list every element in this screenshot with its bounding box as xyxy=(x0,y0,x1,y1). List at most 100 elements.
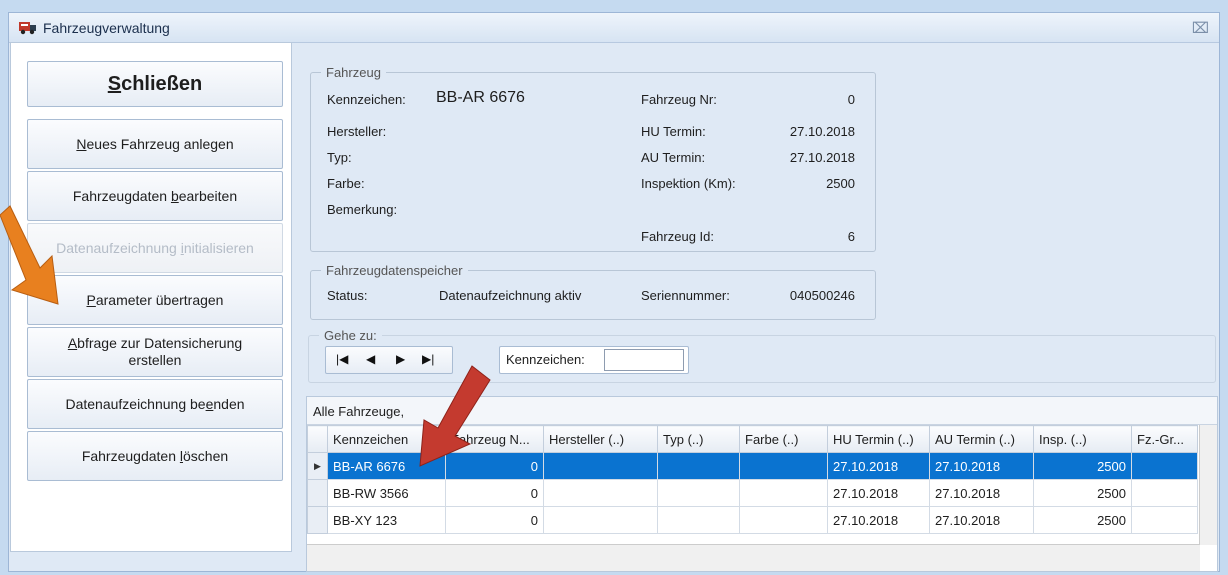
table-cell[interactable]: 27.10.2018 xyxy=(929,506,1034,534)
farbe-label: Farbe: xyxy=(327,176,365,191)
table-cell[interactable]: 2500 xyxy=(1033,479,1132,507)
delete-vehicle-label-pre: Fahrzeugdaten xyxy=(81,448,180,464)
column-header[interactable]: Hersteller (..) xyxy=(543,425,658,453)
table-cell[interactable] xyxy=(543,506,658,534)
edit-vehicle-label-pre: Fahrzeugdaten xyxy=(72,188,171,204)
table-cell[interactable]: 27.10.2018 xyxy=(929,452,1034,480)
storage-group-label: Fahrzeugdatenspeicher xyxy=(321,263,468,278)
table-cell[interactable]: 27.10.2018 xyxy=(827,479,930,507)
table-cell[interactable] xyxy=(739,506,828,534)
storage-group: Fahrzeugdatenspeicher Status: Datenaufze… xyxy=(310,263,876,320)
column-header[interactable]: AU Termin (..) xyxy=(929,425,1034,453)
vehicle-table: Kennzeichen Fahrzeug N... Hersteller (..… xyxy=(307,425,1198,534)
table-cell[interactable]: BB-AR 6676 xyxy=(327,452,446,480)
init-recording-label-post: nitialisieren xyxy=(183,240,254,256)
new-vehicle-accel: N xyxy=(76,136,87,152)
window-title: Fahrzeugverwaltung xyxy=(43,20,170,36)
close-button-accel: S xyxy=(107,73,122,95)
end-recording-button[interactable]: Datenaufzeichnung beenden xyxy=(27,379,283,429)
truck-app-icon xyxy=(19,22,36,35)
table-row[interactable]: BB-RW 3566 0 27.10.2018 27.10.2018 2500 xyxy=(307,479,1198,507)
prev-record-icon[interactable]: ◀ xyxy=(366,352,375,366)
goto-kennzeichen-label: Kennzeichen: xyxy=(506,352,585,367)
backup-query-label-2: erstellen xyxy=(128,352,182,368)
column-header[interactable]: Farbe (..) xyxy=(739,425,828,453)
table-cell[interactable]: 0 xyxy=(445,506,544,534)
row-indicator-icon: ▶ xyxy=(307,452,328,480)
table-header-row: Kennzeichen Fahrzeug N... Hersteller (..… xyxy=(307,425,1198,453)
vehicle-nr-label: Fahrzeug Nr: xyxy=(641,92,717,107)
table-cell[interactable]: 27.10.2018 xyxy=(827,452,930,480)
new-vehicle-button[interactable]: Neues Fahrzeug anlegen xyxy=(27,119,283,169)
goto-kennzeichen-input[interactable] xyxy=(604,349,684,371)
table-cell[interactable] xyxy=(1131,479,1198,507)
column-header[interactable]: HU Termin (..) xyxy=(827,425,930,453)
vertical-scrollbar[interactable] xyxy=(1199,425,1217,545)
table-cell[interactable]: 2500 xyxy=(1033,452,1132,480)
kennzeichen-label: Kennzeichen: xyxy=(327,92,406,107)
table-cell[interactable] xyxy=(657,452,740,480)
backup-query-accel: A xyxy=(67,335,78,351)
vehicle-group-label: Fahrzeug xyxy=(321,65,386,80)
new-vehicle-label: eues Fahrzeug anlegen xyxy=(86,136,234,152)
table-row[interactable]: ▶ BB-AR 6676 0 27.10.2018 27.10.2018 250… xyxy=(307,452,1198,480)
goto-group: Gehe zu: |◀ ◀ ▶ ▶| Kennzeichen: xyxy=(308,328,1216,383)
au-label: AU Termin: xyxy=(641,150,706,165)
kennzeichen-value: BB-AR 6676 xyxy=(436,89,525,106)
row-indicator-header xyxy=(307,425,328,453)
edit-vehicle-label-post: earbeiten xyxy=(178,188,238,204)
transfer-parameters-accel: P xyxy=(86,292,96,308)
table-row[interactable]: BB-XY 123 0 27.10.2018 27.10.2018 2500 xyxy=(307,506,1198,534)
goto-kennzeichen-field: Kennzeichen: xyxy=(499,346,689,374)
column-header[interactable]: Fahrzeug N... xyxy=(445,425,544,453)
close-window-icon[interactable]: ⌧ xyxy=(1192,19,1209,37)
title-bar: Fahrzeugverwaltung ⌧ xyxy=(9,13,1219,43)
hu-value: 27.10.2018 xyxy=(789,124,855,139)
first-record-icon[interactable]: |◀ xyxy=(336,352,348,366)
table-cell[interactable] xyxy=(1131,452,1198,480)
table-cell[interactable]: 0 xyxy=(445,452,544,480)
table-cell[interactable]: 2500 xyxy=(1033,506,1132,534)
delete-vehicle-button[interactable]: Fahrzeugdaten löschen xyxy=(27,431,283,481)
table-cell[interactable]: 27.10.2018 xyxy=(827,506,930,534)
backup-query-button[interactable]: Abfrage zur Datensicherung erstellen xyxy=(27,327,283,377)
column-header[interactable]: Insp. (..) xyxy=(1033,425,1132,453)
table-cell[interactable] xyxy=(657,479,740,507)
table-cell[interactable]: BB-RW 3566 xyxy=(327,479,446,507)
table-cell[interactable] xyxy=(543,479,658,507)
table-cell[interactable] xyxy=(1131,506,1198,534)
table-cell[interactable] xyxy=(657,506,740,534)
navigation-buttons: |◀ ◀ ▶ ▶| xyxy=(325,346,453,374)
init-recording-label-pre: Datenaufzeichnung xyxy=(56,240,181,256)
table-cell[interactable] xyxy=(739,452,828,480)
status-label: Status: xyxy=(327,288,368,303)
serial-value: 040500246 xyxy=(789,288,855,303)
row-indicator-cell xyxy=(307,506,328,534)
column-header[interactable]: Kennzeichen xyxy=(327,425,446,453)
init-recording-button[interactable]: Datenaufzeichnung initialisieren xyxy=(27,223,283,273)
last-record-icon[interactable]: ▶| xyxy=(422,352,434,366)
table-cell[interactable]: 0 xyxy=(445,479,544,507)
grid-title: Alle Fahrzeuge, xyxy=(313,404,405,419)
table-cell[interactable]: BB-XY 123 xyxy=(327,506,446,534)
edit-vehicle-button[interactable]: Fahrzeugdaten bearbeiten xyxy=(27,171,283,221)
status-value: Datenaufzeichnung aktiv xyxy=(439,288,582,303)
vehicle-id-label: Fahrzeug Id: xyxy=(641,229,714,244)
column-header[interactable]: Fz.-Gr... xyxy=(1131,425,1198,453)
hu-label: HU Termin: xyxy=(641,124,706,139)
column-header[interactable]: Typ (..) xyxy=(657,425,740,453)
goto-group-label: Gehe zu: xyxy=(319,328,382,343)
table-cell[interactable] xyxy=(543,452,658,480)
typ-label: Typ: xyxy=(327,150,352,165)
next-record-icon[interactable]: ▶ xyxy=(396,352,405,366)
horizontal-scrollbar[interactable] xyxy=(307,544,1200,571)
inspection-value: 2500 xyxy=(826,176,855,191)
vehicle-grid: Alle Fahrzeuge, Kennzeichen Fahrzeug N..… xyxy=(306,396,1218,572)
table-cell[interactable]: 27.10.2018 xyxy=(929,479,1034,507)
table-cell[interactable] xyxy=(739,479,828,507)
vehicle-id-value: 6 xyxy=(847,229,855,244)
row-indicator-cell xyxy=(307,479,328,507)
close-button[interactable]: Schließen xyxy=(27,61,283,107)
transfer-parameters-button[interactable]: Parameter übertragen xyxy=(27,275,283,325)
delete-vehicle-label-post: öschen xyxy=(183,448,229,464)
